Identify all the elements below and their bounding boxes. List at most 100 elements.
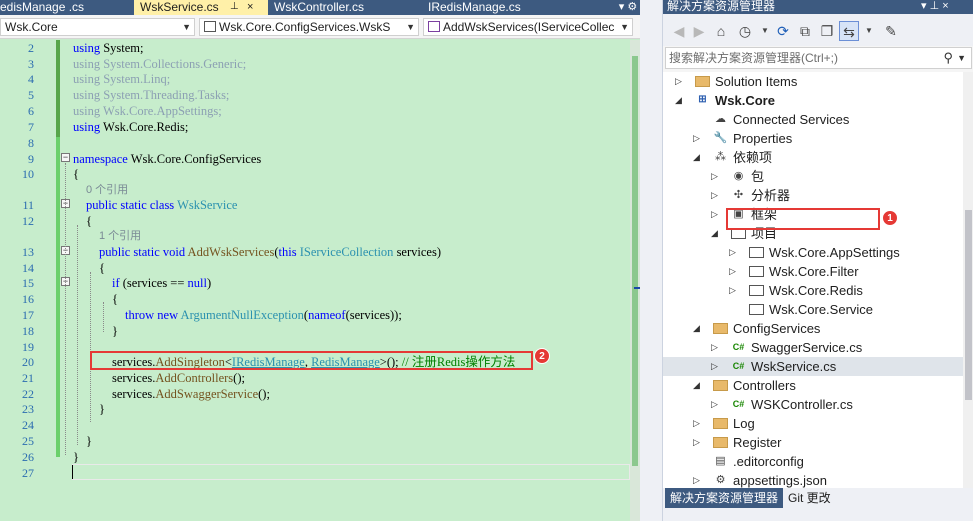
window-options-icon[interactable]: ▾ ⊥ ×	[921, 0, 949, 13]
show-all-files-icon[interactable]: ❐	[817, 21, 837, 41]
type-dropdown-label: Wsk.Core.ConfigServices.WskS	[219, 20, 391, 34]
chevron-down-icon[interactable]: ▼	[859, 21, 879, 41]
codelens-references[interactable]: 1 个引用	[99, 228, 141, 244]
code-line: }	[112, 324, 118, 338]
solution-tree[interactable]: ▷ Solution Items ◢ ⊞ Wsk.Core ☁ Connected Serv…	[663, 72, 963, 488]
pin-icon[interactable]: ⊥	[230, 0, 239, 14]
tab-wskservice[interactable]: WskService.cs ⊥ ×	[134, 0, 268, 15]
folder-icon	[713, 437, 728, 448]
collapsed-arrow-icon[interactable]: ▷	[711, 188, 721, 203]
home-icon[interactable]: ⌂	[711, 21, 731, 41]
panel-splitter[interactable]	[640, 0, 662, 521]
editor-scrollbar-thumb[interactable]	[632, 56, 638, 466]
tree-item-wsk-core-redis[interactable]: ▷ Wsk.Core.Redis	[663, 281, 963, 300]
expanded-arrow-icon[interactable]: ◢	[711, 226, 721, 241]
type-dropdown[interactable]: Wsk.Core.ConfigServices.WskS ▼	[199, 18, 419, 36]
collapse-all-icon[interactable]: ⧉	[795, 21, 815, 41]
dependencies-icon: ⁂	[715, 151, 726, 163]
tab-overflow-menu-icon[interactable]: ▾ ⚙	[616, 0, 640, 15]
tree-item-依赖项[interactable]: ◢ ⁂ 依赖项	[663, 148, 963, 167]
tree-item-log[interactable]: ▷ Log	[663, 414, 963, 433]
collapsed-arrow-icon[interactable]: ▷	[693, 416, 703, 431]
chevron-down-icon[interactable]: ▼	[755, 21, 775, 41]
search-icon[interactable]: ⚲	[943, 48, 953, 68]
tab-iredismanage[interactable]: IRedisManage.cs	[422, 0, 527, 15]
tab-redismanage[interactable]: edisManage .cs	[0, 0, 90, 15]
collapsed-arrow-icon[interactable]: ▷	[693, 473, 703, 488]
wrench-icon: 🔧	[713, 132, 728, 144]
project-dropdown-label: Wsk.Core	[5, 20, 58, 34]
properties-icon[interactable]: ✎	[881, 21, 901, 41]
tree-item-wskservice-cs[interactable]: ▷ C# WskService.cs	[663, 357, 963, 376]
line-number: 15	[22, 276, 34, 290]
line-number: 4	[28, 72, 34, 86]
sync-icon[interactable]: ⇆	[839, 21, 859, 41]
collapsed-arrow-icon[interactable]: ▷	[711, 359, 721, 374]
chevron-down-icon[interactable]: ▼	[957, 48, 966, 68]
tree-item-wskcontroller-cs[interactable]: ▷ C# WSKController.cs	[663, 395, 963, 414]
code-line: services.AddSwaggerService();	[112, 387, 270, 401]
member-dropdown[interactable]: AddWskServices(IServiceCollec ▼	[423, 18, 633, 36]
tree-item-label: Solution Items	[715, 74, 798, 89]
tab-git-changes[interactable]: Git 更改	[783, 488, 836, 508]
expanded-arrow-icon[interactable]: ◢	[693, 150, 703, 165]
collapsed-arrow-icon[interactable]: ▷	[675, 74, 685, 89]
back-icon[interactable]: ◀	[669, 21, 689, 41]
collapsed-arrow-icon[interactable]: ▷	[693, 435, 703, 450]
collapsed-arrow-icon[interactable]: ▷	[729, 245, 739, 260]
tree-item-controllers[interactable]: ◢ Controllers	[663, 376, 963, 395]
connected-services-icon: ☁	[715, 113, 726, 125]
project-dropdown[interactable]: Wsk.Core ▼	[0, 18, 195, 36]
tree-item-包[interactable]: ▷ ◉ 包	[663, 167, 963, 186]
collapsed-arrow-icon[interactable]: ▷	[711, 207, 721, 222]
tab-wskcontroller[interactable]: WskController.cs	[268, 0, 370, 15]
forward-icon[interactable]: ▶	[689, 21, 709, 41]
collapsed-arrow-icon[interactable]: ▷	[693, 131, 703, 146]
line-number: 13	[22, 245, 34, 259]
tree-item-wsk-core[interactable]: ◢ ⊞ Wsk.Core	[663, 91, 963, 110]
explorer-scrollbar-thumb[interactable]	[965, 210, 972, 400]
line-number: 27	[22, 466, 34, 480]
tab-solution-explorer[interactable]: 解决方案资源管理器	[665, 488, 784, 508]
member-dropdown-label: AddWskServices(IServiceCollec	[443, 20, 615, 34]
collapsed-arrow-icon[interactable]: ▷	[729, 264, 739, 279]
tree-item-connected-services[interactable]: ☁ Connected Services	[663, 110, 963, 129]
close-icon[interactable]: ×	[247, 0, 253, 14]
line-number: 24	[22, 418, 34, 432]
expanded-arrow-icon[interactable]: ◢	[693, 321, 703, 336]
code-line: namespace Wsk.Core.ConfigServices	[73, 152, 262, 166]
codelens-references[interactable]: 0 个引用	[86, 182, 128, 198]
code-line: {	[112, 292, 118, 306]
tree-item-swaggerservice-cs[interactable]: ▷ C# SwaggerService.cs	[663, 338, 963, 357]
line-number: 17	[22, 308, 34, 322]
tree-item-wsk-core-filter[interactable]: ▷ Wsk.Core.Filter	[663, 262, 963, 281]
tree-item-label: 分析器	[751, 188, 791, 203]
code-editor[interactable]: edisManage .cs WskService.cs ⊥ × WskCont…	[0, 0, 654, 521]
expanded-arrow-icon[interactable]: ◢	[693, 378, 703, 393]
collapsed-arrow-icon[interactable]: ▷	[711, 169, 721, 184]
annotation-highlight-box	[90, 351, 533, 370]
collapsed-arrow-icon[interactable]: ▷	[729, 283, 739, 298]
tree-item-wsk-core-service[interactable]: Wsk.Core.Service	[663, 300, 963, 319]
collapsed-arrow-icon[interactable]: ▷	[711, 340, 721, 355]
tree-item-分析器[interactable]: ▷ ✣ 分析器	[663, 186, 963, 205]
tree-item-label: WSKController.cs	[751, 397, 853, 412]
line-number: 22	[22, 387, 34, 401]
collapsed-arrow-icon[interactable]: ▷	[711, 397, 721, 412]
tree-item-label: Properties	[733, 131, 793, 146]
project-ref-icon	[749, 247, 764, 258]
explorer-bottom-tabs: 解决方案资源管理器 Git 更改	[663, 488, 973, 521]
expanded-arrow-icon[interactable]: ◢	[675, 93, 685, 108]
explorer-search-input[interactable]: 搜索解决方案资源管理器(Ctrl+;) ⚲ ▼	[665, 47, 972, 69]
tree-item-solution-items[interactable]: ▷ Solution Items	[663, 72, 963, 91]
collapse-icon[interactable]: −	[61, 153, 70, 162]
tree-item--editorconfig[interactable]: ▤ .editorconfig	[663, 452, 963, 471]
refresh-icon[interactable]: ⟳	[773, 21, 793, 41]
navigation-bar: Wsk.Core ▼ Wsk.Core.ConfigServices.WskS …	[0, 15, 640, 39]
tree-item-register[interactable]: ▷ Register	[663, 433, 963, 452]
tree-item-wsk-core-appsettings[interactable]: ▷ Wsk.Core.AppSettings	[663, 243, 963, 262]
tree-item-label: Log	[733, 416, 755, 431]
tree-item-configservices[interactable]: ◢ ConfigServices	[663, 319, 963, 338]
tree-item-properties[interactable]: ▷ 🔧 Properties	[663, 129, 963, 148]
history-icon[interactable]: ◷	[735, 21, 755, 41]
